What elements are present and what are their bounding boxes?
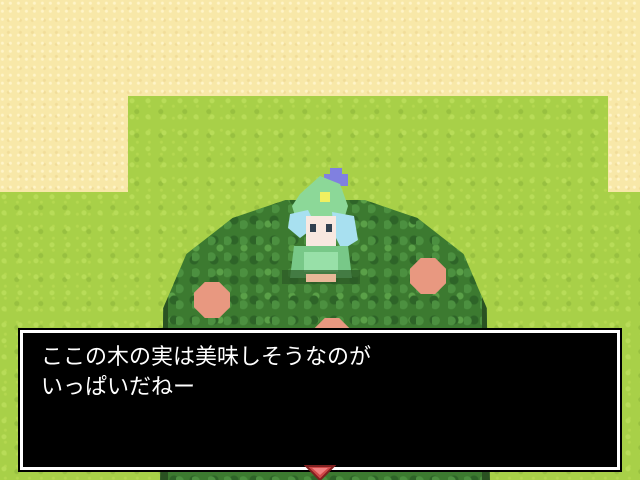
sand-area-left: [0, 96, 128, 192]
message-window[interactable]: ここの木の実は美味しそうなのが いっぱいだねー: [20, 330, 620, 470]
message-line-1: ここの木の実は美味しそうなのが: [41, 345, 372, 370]
sand-area-top: [0, 0, 640, 96]
green-hooded-girl-icon: [282, 168, 360, 284]
message-line-2: いっぱいだねー: [41, 375, 196, 400]
sand-area-right: [608, 96, 640, 192]
game-screen: ここの木の実は美味しそうなのが いっぱいだねー: [0, 0, 640, 480]
triangle-down-icon[interactable]: [303, 464, 337, 480]
player-character-sprite: [276, 166, 366, 290]
